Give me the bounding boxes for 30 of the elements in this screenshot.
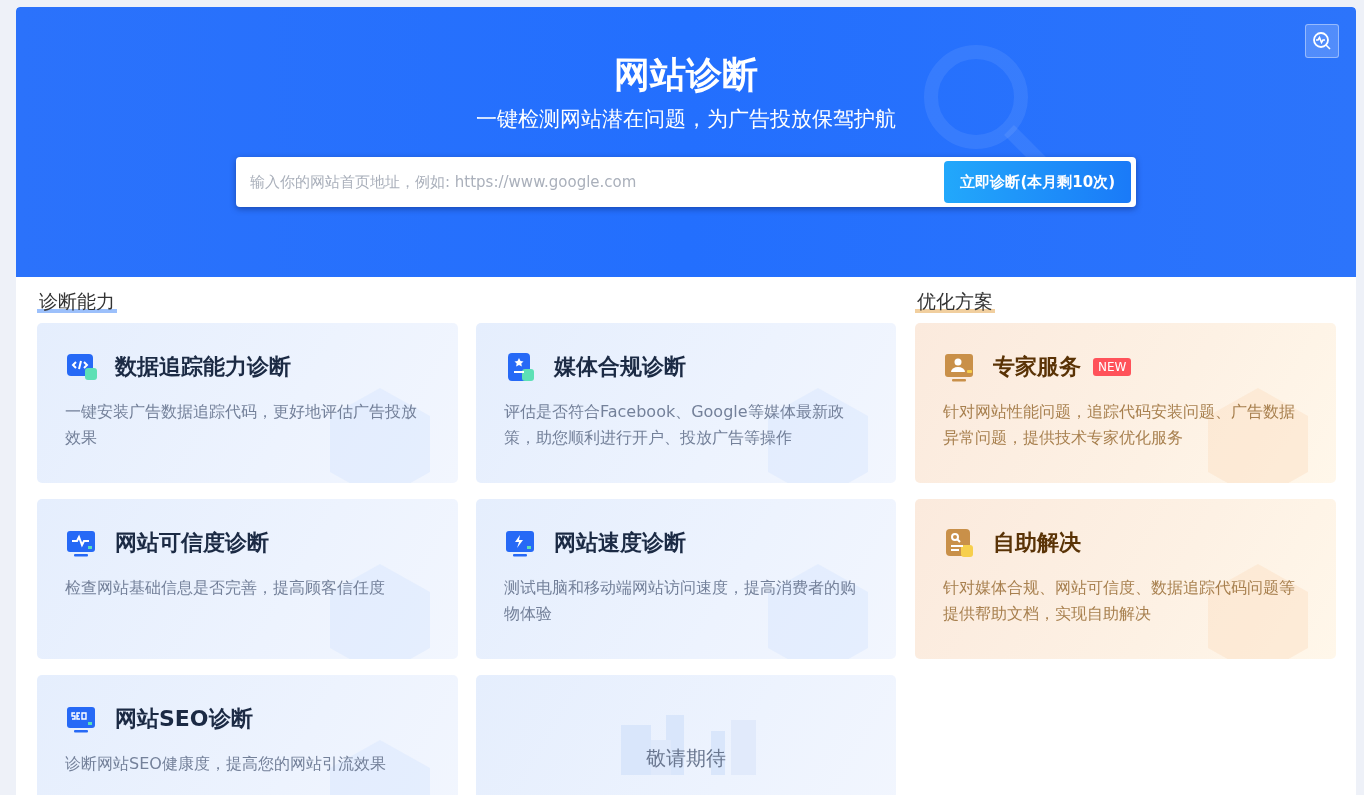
card-description: 一键安装广告数据追踪代码，更好地评估广告投放效果 <box>65 401 418 449</box>
section-heading: 诊断能力 <box>37 289 117 315</box>
diagnosis-card[interactable]: 数据追踪能力诊断 一键安装广告数据追踪代码，更好地评估广告投放效果 <box>37 323 458 483</box>
card-title: 网站SEO诊断 <box>115 705 253 733</box>
card-description: 针对网站性能问题，追踪代码安装问题、广告数据异常问题，提供技术专家优化服务 <box>943 401 1296 449</box>
card-title: 数据追踪能力诊断 <box>115 353 291 381</box>
card-description: 针对媒体合规、网站可信度、数据追踪代码问题等提供帮助文档，实现自助解决 <box>943 577 1296 625</box>
coming-soon-text: 敬请期待 <box>645 745 727 772</box>
diagnosis-card[interactable]: 网站SEO诊断 诊断网站SEO健康度，提高您的网站引流效果 <box>37 675 458 795</box>
card-description: 检查网站基础信息是否完善，提高顾客信任度 <box>65 577 386 599</box>
solution-card[interactable]: 自助解决 针对媒体合规、网站可信度、数据追踪代码问题等提供帮助文档，实现自助解决 <box>915 499 1336 659</box>
card-title: 网站可信度诊断 <box>115 529 269 557</box>
code-icon <box>65 351 99 383</box>
diagnosis-card[interactable]: 网站速度诊断 测试电脑和移动端网站访问速度，提高消费者的购物体验 <box>476 499 896 659</box>
card-title: 网站速度诊断 <box>554 529 686 557</box>
card-title: 专家服务 <box>993 353 1081 381</box>
card-description: 评估是否符合Facebook、Google等媒体最新政策，助您顺利进行开户、投放广告等操作 <box>504 401 845 449</box>
card-description: 诊断网站SEO健康度，提高您的网站引流效果 <box>65 753 387 775</box>
section-heading: 优化方案 <box>915 289 995 315</box>
diagnosis-report-button[interactable] <box>1305 24 1339 58</box>
page-subtitle: 一键检测网站潜在问题，为广告投放保驾护航 <box>476 106 896 133</box>
pulse-search-icon <box>1312 31 1332 51</box>
card-title: 自助解决 <box>993 529 1081 557</box>
solution-card[interactable]: 专家服务 NEW 针对网站性能问题，追踪代码安装问题、广告数据异常问题，提供技术专家优化服务 <box>915 323 1336 483</box>
diagnosis-card[interactable]: 媒体合规诊断 评估是否符合Facebook、Google等媒体最新政策，助您顺利进行开户、投放广告等操作 <box>476 323 896 483</box>
card-description: 测试电脑和移动端网站访问速度，提高消费者的购物体验 <box>504 577 857 625</box>
new-badge: NEW <box>1093 358 1132 376</box>
page-title: 网站诊断 <box>614 53 758 97</box>
card-title: 媒体合规诊断 <box>554 353 686 381</box>
diagnosis-card[interactable]: 网站可信度诊断 检查网站基础信息是否完善，提高顾客信任度 <box>37 499 458 659</box>
